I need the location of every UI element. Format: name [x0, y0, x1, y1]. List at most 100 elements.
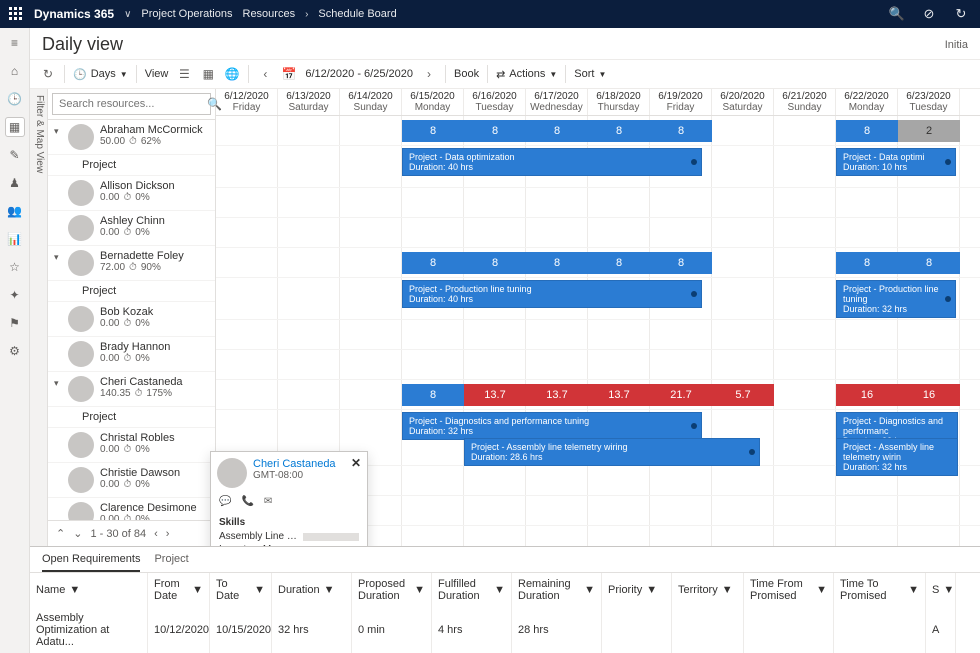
column-header[interactable]: Territory▼ [672, 573, 744, 607]
search-input[interactable] [53, 98, 207, 110]
expand-icon[interactable] [54, 215, 62, 241]
column-header[interactable]: Time To Promised▼ [834, 573, 926, 607]
capacity-cell[interactable]: 8 [526, 252, 588, 274]
capacity-cell[interactable]: 8 [402, 384, 464, 406]
prev-icon[interactable]: ‹ [257, 66, 273, 82]
resource-item[interactable]: ▾ Abraham McCormick 50.00⏱62% [48, 120, 215, 155]
date-column[interactable]: 6/18/2020Thursday [588, 89, 650, 115]
expand-icon[interactable]: ▾ [54, 250, 62, 276]
date-column[interactable]: 6/21/2020Sunday [774, 89, 836, 115]
resource-item[interactable]: Allison Dickson 0.00⏱0% [48, 176, 215, 211]
capacity-cell[interactable]: 8 [464, 120, 526, 142]
mail-icon[interactable]: ✉ [264, 496, 272, 507]
rail-people-icon[interactable]: 👥 [6, 202, 24, 220]
days-dropdown[interactable]: 🕒Days▼ [73, 68, 128, 81]
rail-resource-icon[interactable]: ♟ [6, 174, 24, 192]
rail-item-icon[interactable]: ✎ [6, 146, 24, 164]
column-header[interactable]: To Date▼ [210, 573, 272, 607]
project-label[interactable]: Project [48, 407, 215, 428]
grid-view-icon[interactable]: ▦ [200, 66, 216, 82]
expand-icon[interactable] [54, 467, 62, 493]
capacity-cell-over[interactable]: 5.7 [712, 384, 774, 406]
date-column[interactable]: 6/14/2020Sunday [340, 89, 402, 115]
expand-icon[interactable]: ▾ [54, 124, 62, 150]
card-name[interactable]: Cheri Castaneda [253, 458, 336, 470]
column-header[interactable]: Duration▼ [272, 573, 352, 607]
globe-icon[interactable]: 🌐 [224, 66, 240, 82]
expand-icon[interactable] [54, 502, 62, 520]
brand[interactable]: Dynamics 365 [34, 7, 114, 21]
filter-map-tab[interactable]: Filter & Map View [30, 89, 48, 546]
next-icon[interactable]: › [421, 66, 437, 82]
date-column[interactable]: 6/17/2020Wednesday [526, 89, 588, 115]
column-header[interactable]: S▼ [926, 573, 956, 607]
rail-menu-icon[interactable]: ≡ [6, 34, 24, 52]
project-label[interactable]: Project [48, 281, 215, 302]
close-icon[interactable]: ✕ [351, 456, 361, 470]
column-header[interactable]: From Date▼ [148, 573, 210, 607]
column-header[interactable]: Priority▼ [602, 573, 672, 607]
tab-open-requirements[interactable]: Open Requirements [42, 553, 140, 572]
breadcrumb-1[interactable]: Resources [243, 8, 296, 20]
booking-bar[interactable]: Project - Data optimiDuration: 10 hrs [836, 148, 956, 176]
resource-item[interactable]: ▾ Bernadette Foley 72.00⏱90% [48, 246, 215, 281]
column-header[interactable]: Remaining Duration▼ [512, 573, 602, 607]
breadcrumb-2[interactable]: Schedule Board [318, 8, 396, 20]
capacity-cell-over[interactable]: 13.7 [526, 384, 588, 406]
rail-schedule-icon[interactable]: ▦ [6, 118, 24, 136]
resource-item[interactable]: Christie Dawson 0.00⏱0% [48, 463, 215, 498]
area-name[interactable]: Project Operations [141, 8, 232, 20]
expand-icon[interactable] [54, 341, 62, 367]
capacity-cell[interactable]: 8 [588, 252, 650, 274]
capacity-cell-over[interactable]: 16 [836, 384, 898, 406]
actions-dropdown[interactable]: ⇄Actions▼ [496, 68, 557, 81]
resource-item[interactable]: ▾ Cheri Castaneda 140.35⏱175% [48, 372, 215, 407]
date-column[interactable]: 6/22/2020Monday [836, 89, 898, 115]
capacity-cell[interactable]: 8 [650, 120, 712, 142]
settings-header-icon[interactable]: ↻ [950, 6, 972, 22]
capacity-cell[interactable]: 8 [836, 120, 898, 142]
capacity-cell[interactable]: 8 [898, 252, 960, 274]
capacity-cell[interactable]: 8 [588, 120, 650, 142]
date-column[interactable]: 6/12/2020Friday [216, 89, 278, 115]
page-down-icon[interactable]: ⌄ [73, 527, 82, 540]
rail-recent-icon[interactable]: 🕒 [6, 90, 24, 108]
assist-icon[interactable]: ⊘ [918, 6, 940, 22]
resource-item[interactable]: Ashley Chinn 0.00⏱0% [48, 211, 215, 246]
app-launcher-icon[interactable] [8, 6, 24, 22]
capacity-cell[interactable]: 2 [898, 120, 960, 142]
chat-icon[interactable]: 💬 [219, 496, 231, 507]
rail-gear-icon[interactable]: ⚙ [6, 342, 24, 360]
capacity-cell[interactable]: 8 [836, 252, 898, 274]
capacity-cell[interactable]: 8 [464, 252, 526, 274]
capacity-cell[interactable]: 8 [526, 120, 588, 142]
capacity-cell[interactable]: 8 [402, 120, 464, 142]
capacity-cell-over[interactable]: 16 [898, 384, 960, 406]
resource-item[interactable]: Clarence Desimone 0.00⏱0% [48, 498, 215, 520]
expand-icon[interactable]: ▾ [54, 376, 62, 402]
column-header[interactable]: Time From Promised▼ [744, 573, 834, 607]
resource-item[interactable]: Bob Kozak 0.00⏱0% [48, 302, 215, 337]
date-column[interactable]: 6/20/2020Saturday [712, 89, 774, 115]
book-button[interactable]: Book [454, 68, 479, 80]
column-header[interactable]: Proposed Duration▼ [352, 573, 432, 607]
tab-project[interactable]: Project [154, 553, 188, 572]
booking-bar[interactable]: Project - Assembly line telemetry wiring… [464, 438, 760, 466]
date-column[interactable]: 6/15/2020Monday [402, 89, 464, 115]
capacity-cell-over[interactable]: 13.7 [588, 384, 650, 406]
date-column[interactable]: 6/16/2020Tuesday [464, 89, 526, 115]
capacity-cell[interactable]: 8 [402, 252, 464, 274]
expand-icon[interactable] [54, 432, 62, 458]
requirement-link[interactable]: Assembly Optimization at Adatu... [36, 612, 141, 648]
resource-item[interactable]: Christal Robles 0.00⏱0% [48, 428, 215, 463]
title-right-text[interactable]: Initia [945, 39, 968, 51]
search-global-icon[interactable]: 🔍 [886, 6, 908, 22]
date-column[interactable]: 6/23/2020Tuesday [898, 89, 960, 115]
page-up-icon[interactable]: ⌃ [56, 527, 65, 540]
expand-icon[interactable] [54, 306, 62, 332]
column-header[interactable]: Name▼ [30, 573, 148, 607]
rail-pin-icon[interactable]: ✦ [6, 286, 24, 304]
capacity-cell-over[interactable]: 21.7 [650, 384, 712, 406]
project-label[interactable]: Project [48, 155, 215, 176]
refresh-icon[interactable]: ↻ [40, 66, 56, 82]
